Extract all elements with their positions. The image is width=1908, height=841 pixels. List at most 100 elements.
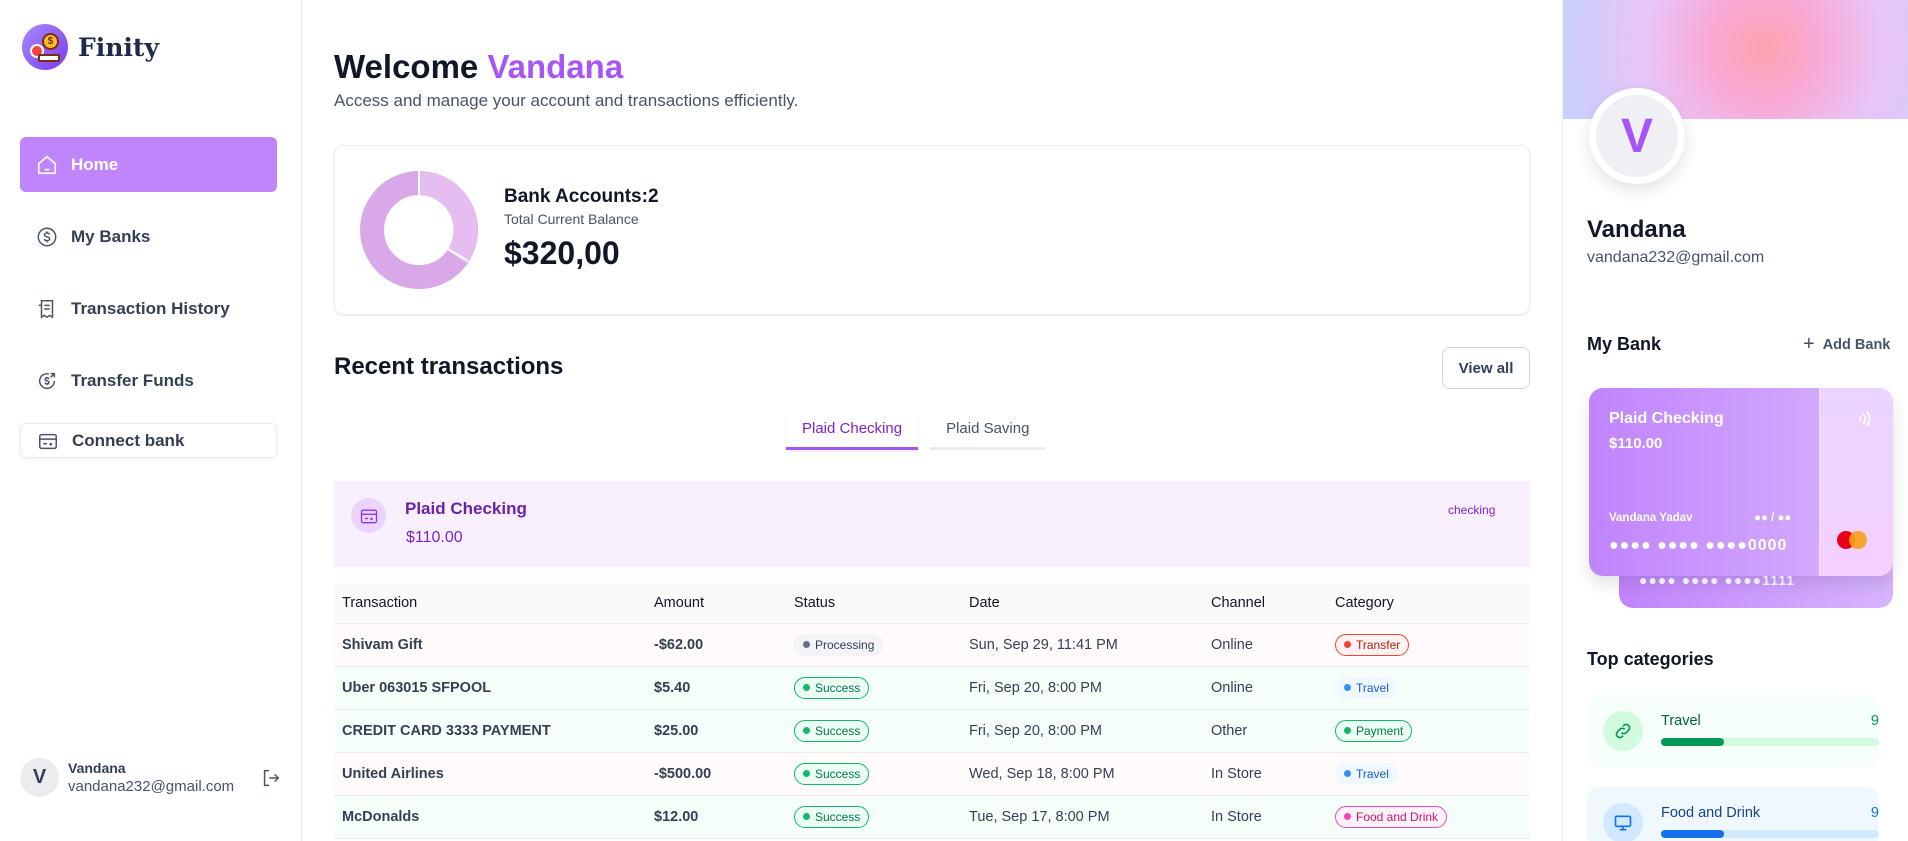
category-progress [1661,738,1879,746]
transaction-name: United Airlines [334,752,646,796]
sidebar-item-home[interactable]: Home [20,137,277,192]
tab-plaid-checking[interactable]: Plaid Checking [786,410,919,450]
sidebar-item-label: Connect bank [72,430,185,450]
transaction-name: Uber 063015 SFPOOL [334,666,646,710]
recent-transactions-title: Recent transactions [334,353,564,380]
sidebar-nav: Home My Banks Transaction History Transf… [20,137,277,475]
account-balance: $110.00 [406,529,463,546]
status-cell: Success [786,666,961,710]
total-balance-card: Bank Accounts:2 Total Current Balance $3… [334,145,1530,315]
column-header: Status [786,583,961,624]
category-cell: Travel [1327,666,1530,710]
total-balance-label: Total Current Balance [504,211,639,227]
profile-name: Vandana [1587,216,1686,243]
sidebar-item-label: Transaction History [71,298,230,318]
sidebar-item-transaction-history[interactable]: Transaction History [20,281,277,336]
transaction-channel: Online [1203,623,1327,667]
status-badge: Processing [794,633,884,656]
status-cell: Success [786,795,961,839]
sidebar-item-label: Transfer Funds [71,370,194,390]
transaction-channel: In Store [1203,752,1327,796]
transaction-date: Tue, Sep 17, 8:00 PM [961,795,1203,839]
brand-name: Finity [78,32,159,62]
transaction-amount: $12.00 [646,795,786,839]
category-progress [1661,830,1879,838]
profile-avatar[interactable]: V [1589,88,1685,184]
logout-icon[interactable] [260,767,282,789]
table-row[interactable]: McDonalds $12.00 Success Tue, Sep 17, 8:00 … [334,795,1530,839]
account-type-badge: checking [1448,503,1496,517]
card-balance: $110.00 [1609,435,1663,452]
category-badge: Travel [1335,676,1398,699]
connect-bank-button[interactable]: Connect bank [20,423,277,458]
receipt-icon [35,297,59,321]
category-travel[interactable]: Travel 9 [1587,695,1879,767]
right-sidebar: V Vandana vandana232@gmail.com My Bank +… [1562,0,1908,841]
transaction-channel: Other [1203,709,1327,753]
left-sidebar: $ Finity Home My Banks Transaction Histo… [0,0,302,841]
transaction-name: Shivam Gift [334,623,646,667]
greeting-text: Welcome [334,48,479,85]
brand[interactable]: $ Finity [22,24,159,70]
category-cell: Food and Drink [1327,795,1530,839]
user-email: vandana232@gmail.com [68,778,235,795]
money-send-icon [35,369,59,393]
profile-email: vandana232@gmail.com [1587,249,1765,266]
status-cell: Success [786,752,961,796]
card-account-name: Plaid Checking [1609,410,1724,427]
category-count: 9 [1870,713,1879,729]
table-header-row: Transaction Amount Status Date Channel C… [334,583,1530,624]
avatar[interactable]: V [20,758,59,797]
column-header: Date [961,583,1203,624]
column-header: Transaction [334,583,646,624]
category-cell: Transfer [1327,623,1530,667]
transaction-amount: $25.00 [646,709,786,753]
bank-card[interactable]: Plaid Checking $110.00 Vandana Yadav ●● … [1589,388,1893,576]
account-name: Plaid Checking [405,499,527,518]
transaction-date: Sun, Sep 29, 11:41 PM [961,623,1203,667]
category-badge: Travel [1335,762,1398,785]
transaction-channel: Online [1203,666,1327,710]
user-name: Vandana [68,760,126,776]
category-cell: Travel [1327,752,1530,796]
table-row[interactable]: Uber 063015 SFPOOL $5.40 Success Fri, Sep 2… [334,666,1530,710]
column-header: Channel [1203,583,1327,624]
category-badge: Payment [1335,719,1413,742]
status-badge: Success [794,762,870,785]
monitor-icon [1603,803,1643,841]
page-subtitle: Access and manage your account and trans… [334,91,799,110]
plus-icon: + [1803,333,1815,355]
add-bank-button[interactable]: + Add Bank [1803,333,1890,356]
transaction-date: Wed, Sep 18, 8:00 PM [961,752,1203,796]
transaction-amount: -$500.00 [646,752,786,796]
contactless-icon [1858,411,1871,427]
table-row[interactable]: United Airlines -$500.00 Success Wed, Sep 1… [334,752,1530,796]
my-bank-title: My Bank [1587,334,1662,354]
sidebar-item-transfer-funds[interactable]: Transfer Funds [20,353,277,408]
sidebar-item-label: My Banks [71,226,151,246]
transaction-channel: In Store [1203,795,1327,839]
category-food-and-drink[interactable]: Food and Drink 9 [1587,787,1879,841]
card-number: ●●●● ●●●● ●●●●0000 [1609,537,1788,554]
tab-plaid-saving[interactable]: Plaid Saving [930,410,1046,450]
table-row[interactable]: CREDIT CARD 3333 PAYMENT $25.00 Success Fri… [334,709,1530,753]
top-categories-title: Top categories [1587,649,1714,669]
table-row[interactable]: Shivam Gift -$62.00 Processing Sun, Sep 29,… [334,623,1530,667]
card-expiry: ●● / ●● [1754,512,1792,524]
total-balance-amount: $320,00 [504,235,620,271]
page-title: Welcome Vandana [334,48,623,86]
transaction-amount: -$62.00 [646,623,786,667]
bank-card-icon [351,498,386,533]
card-holder-name: Vandana Yadav [1609,512,1693,524]
greeting-user: Vandana [487,48,624,85]
mastercard-icon [1837,531,1867,549]
transactions-table: Transaction Amount Status Date Channel C… [334,583,1530,839]
view-all-button[interactable]: View all [1442,347,1530,389]
sidebar-item-my-banks[interactable]: My Banks [20,209,277,264]
status-badge: Success [794,805,870,828]
category-cell: Payment [1327,709,1530,753]
transaction-name: CREDIT CARD 3333 PAYMENT [334,709,646,753]
dollar-circle-icon [35,225,59,249]
transaction-date: Fri, Sep 20, 8:00 PM [961,709,1203,753]
category-progress-fill [1661,830,1725,838]
